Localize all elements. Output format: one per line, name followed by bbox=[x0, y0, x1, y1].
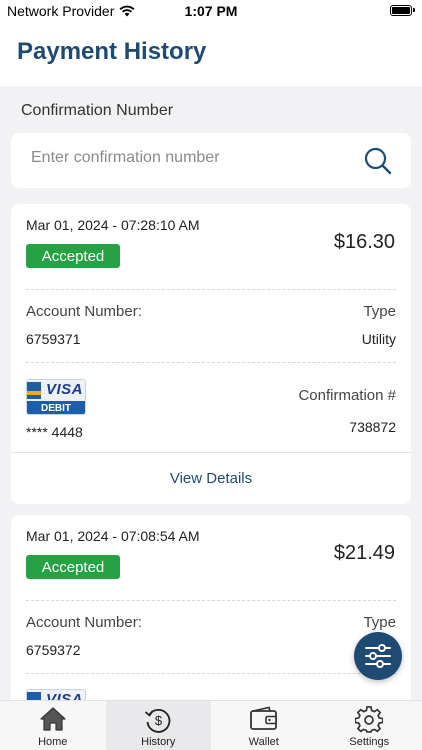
divider bbox=[26, 673, 396, 674]
payment-list[interactable]: Mar 01, 2024 - 07:28:10 AM Accepted $16.… bbox=[0, 196, 422, 700]
card-kind: DEBIT bbox=[27, 401, 85, 414]
status-time: 1:07 PM bbox=[184, 3, 238, 19]
history-dollar-icon: $ bbox=[145, 709, 171, 733]
page-title: Payment History bbox=[17, 38, 207, 65]
divider bbox=[26, 362, 396, 363]
card-brand: VISA bbox=[46, 691, 84, 700]
tab-label: History bbox=[141, 736, 176, 748]
confirmation-search-input[interactable] bbox=[31, 149, 351, 167]
app-header: Payment History bbox=[0, 24, 422, 86]
account-number-value: 6759371 bbox=[26, 331, 81, 347]
account-number-label: Account Number: bbox=[26, 303, 142, 320]
search-box bbox=[11, 133, 411, 188]
divider bbox=[26, 289, 396, 290]
divider bbox=[11, 452, 411, 453]
account-number-value: 6759372 bbox=[26, 642, 81, 658]
divider bbox=[26, 600, 396, 601]
payment-card: Mar 01, 2024 - 07:28:10 AM Accepted $16.… bbox=[11, 204, 411, 504]
home-icon bbox=[40, 707, 66, 731]
visa-debit-card-icon: VISA DEBIT bbox=[26, 379, 86, 415]
status-badge: Accepted bbox=[26, 244, 120, 268]
filter-button[interactable] bbox=[354, 632, 402, 680]
status-badge: Accepted bbox=[26, 555, 120, 579]
wallet-icon bbox=[249, 706, 277, 730]
type-label: Type bbox=[363, 614, 396, 631]
search-label: Confirmation Number bbox=[21, 102, 174, 119]
payment-amount: $21.49 bbox=[333, 542, 395, 564]
tab-label: Wallet bbox=[248, 736, 279, 748]
tab-bar: Home $ History Wallet Settings bbox=[0, 700, 422, 750]
tab-label: Home bbox=[38, 736, 68, 748]
payment-card: Mar 01, 2024 - 07:08:54 AM Accepted $21.… bbox=[11, 515, 411, 700]
view-details-button[interactable]: View Details bbox=[11, 470, 411, 487]
tab-home[interactable]: Home bbox=[0, 701, 106, 750]
tab-wallet[interactable]: Wallet bbox=[211, 701, 317, 750]
payment-amount: $16.30 bbox=[333, 231, 395, 253]
status-bar: Network Provider 1:07 PM bbox=[0, 0, 422, 24]
confirmation-number: 738872 bbox=[349, 419, 396, 435]
card-brand: VISA bbox=[46, 381, 84, 398]
type-value: Utility bbox=[361, 331, 396, 347]
tab-settings[interactable]: Settings bbox=[317, 701, 422, 750]
type-label: Type bbox=[363, 303, 396, 320]
account-number-label: Account Number: bbox=[26, 614, 142, 631]
card-number: **** 4448 bbox=[26, 424, 83, 440]
search-icon[interactable] bbox=[363, 146, 393, 176]
payment-datetime: Mar 01, 2024 - 07:08:54 AM bbox=[26, 528, 200, 544]
svg-text:$: $ bbox=[155, 713, 163, 728]
payment-datetime: Mar 01, 2024 - 07:28:10 AM bbox=[26, 217, 200, 233]
tab-history[interactable]: $ History bbox=[105, 701, 211, 750]
visa-card-icon: VISA bbox=[26, 689, 86, 700]
filter-sliders-icon bbox=[365, 644, 391, 668]
tab-label: Settings bbox=[349, 736, 390, 748]
gear-icon bbox=[355, 706, 384, 733]
battery-icon bbox=[390, 5, 415, 16]
confirmation-label: Confirmation # bbox=[298, 387, 396, 404]
